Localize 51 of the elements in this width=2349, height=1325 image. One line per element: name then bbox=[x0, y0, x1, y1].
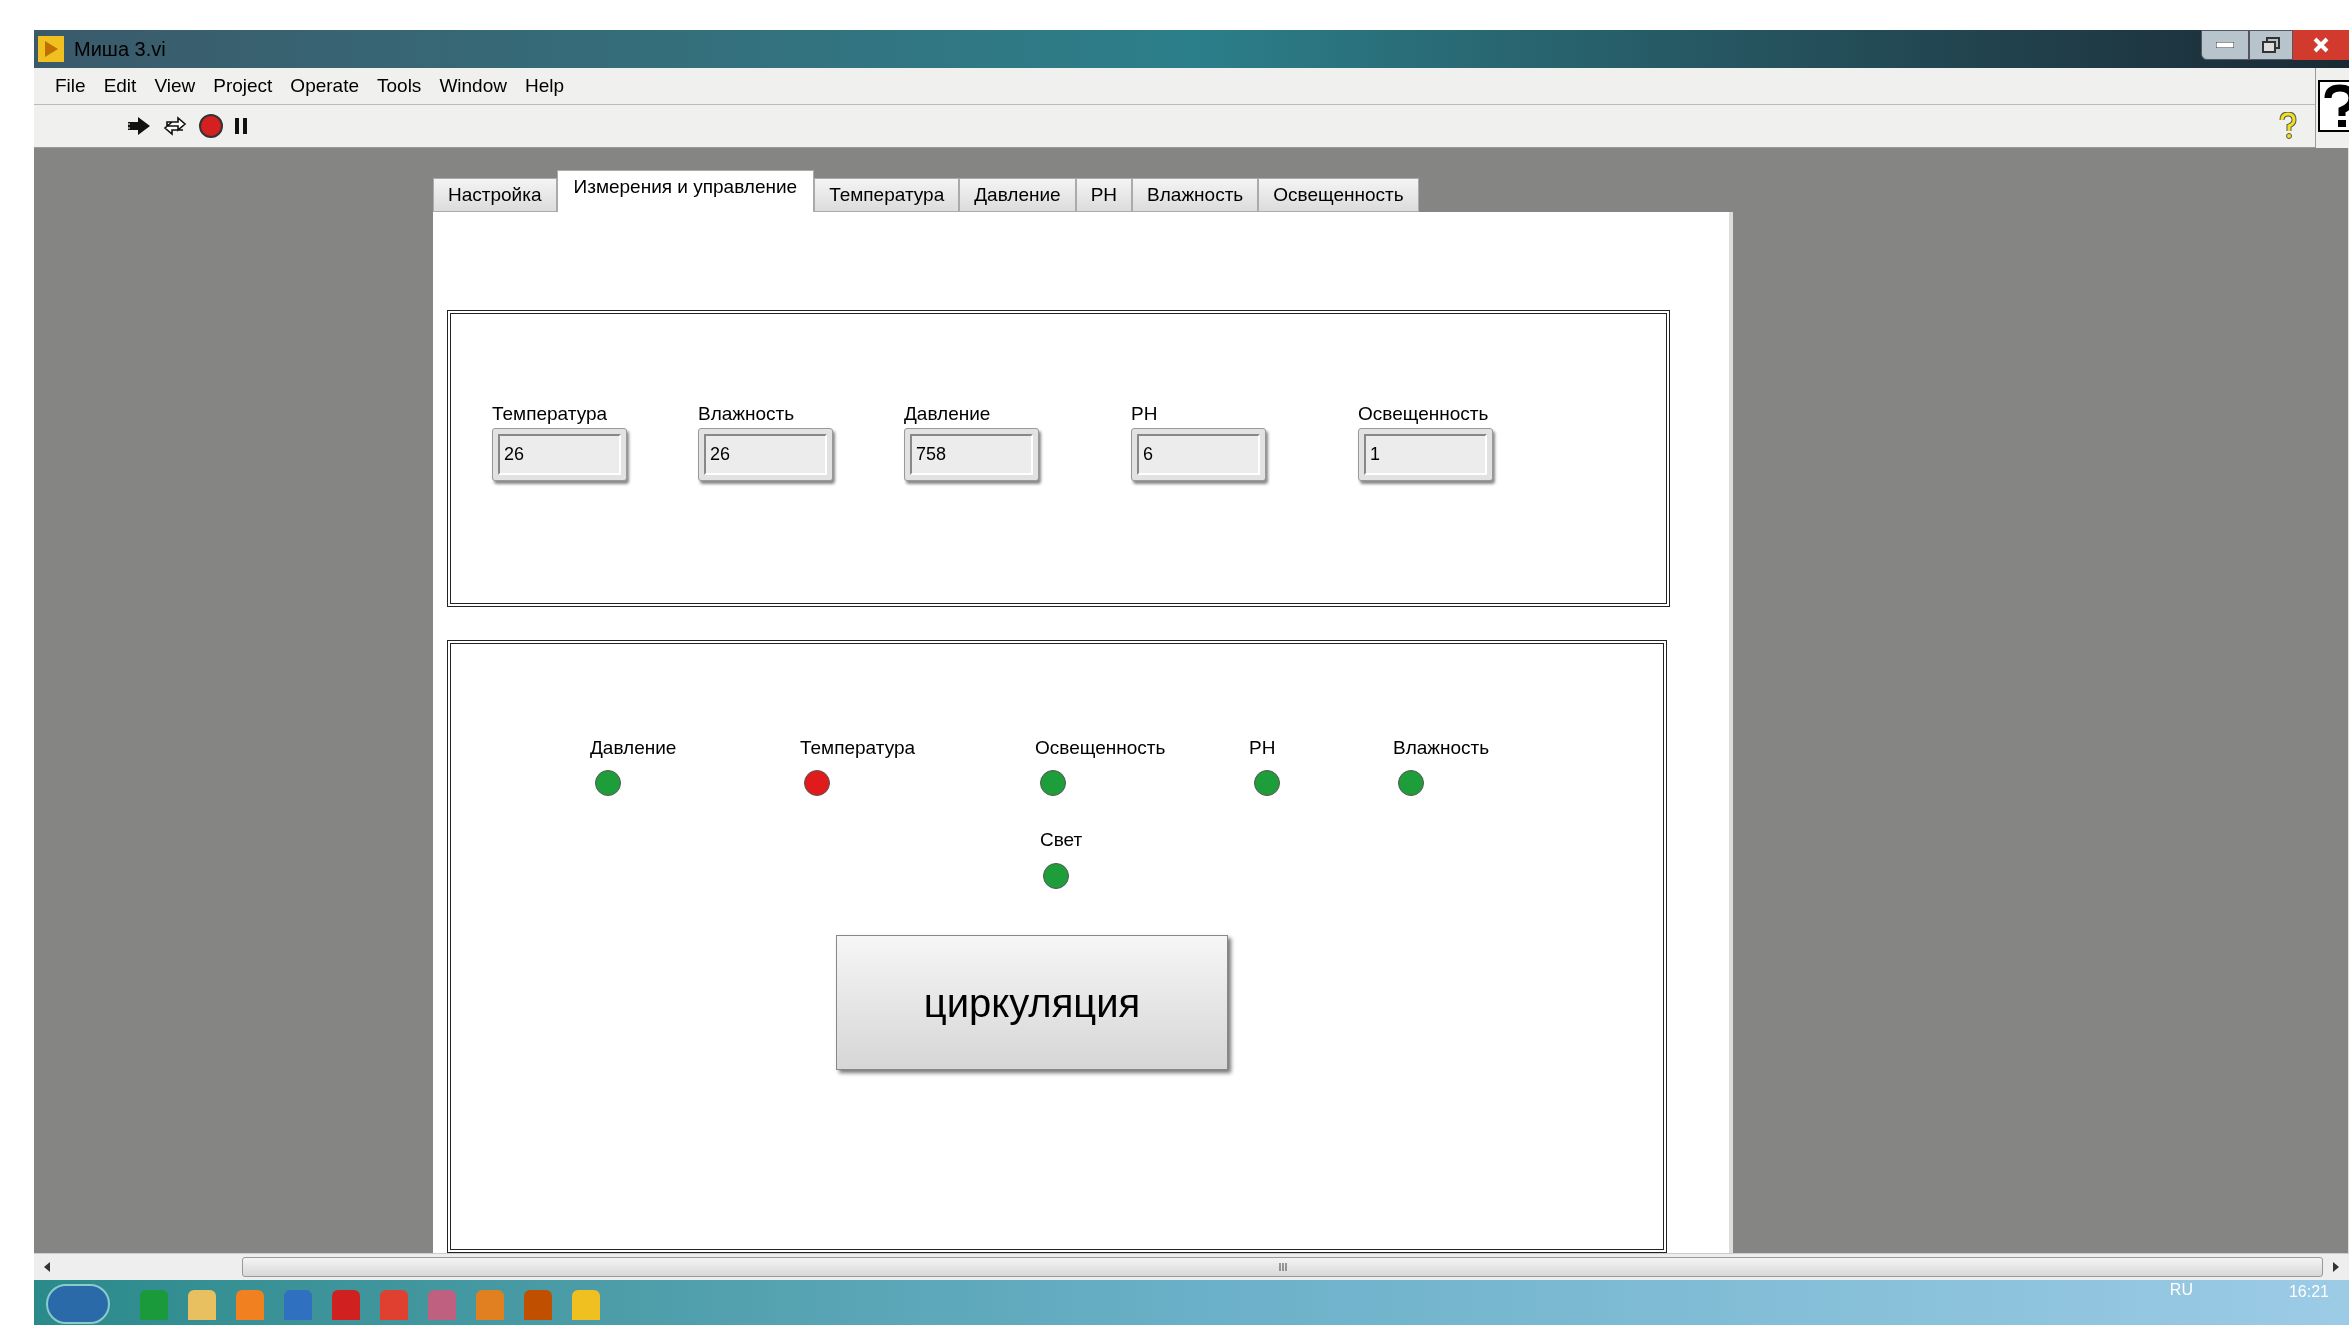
tab[interactable]: Настройка bbox=[433, 178, 557, 212]
indicator-label: Свет bbox=[1040, 828, 1083, 852]
close-button[interactable] bbox=[2293, 30, 2349, 60]
control-label: Влажность bbox=[698, 402, 795, 426]
stop-icon[interactable] bbox=[198, 113, 224, 139]
indicator-label: Освещенность bbox=[1035, 736, 1166, 760]
window-title: Миша 3.vi bbox=[74, 37, 166, 62]
scrollbar-thumb[interactable] bbox=[242, 1257, 2323, 1277]
help-icon[interactable] bbox=[2279, 112, 2297, 140]
tab[interactable]: Температура bbox=[814, 178, 960, 212]
numeric-field[interactable]: 1 bbox=[1358, 428, 1493, 481]
pause-icon[interactable] bbox=[234, 116, 248, 136]
menu-item[interactable]: Help bbox=[517, 71, 572, 101]
menu-item[interactable]: Edit bbox=[96, 71, 144, 101]
tab[interactable]: Измерения и управление bbox=[556, 170, 815, 212]
menu-item[interactable]: Operate bbox=[283, 71, 366, 101]
numeric-field[interactable]: 26 bbox=[492, 428, 627, 481]
menu-item[interactable]: View bbox=[147, 71, 203, 101]
numeric-field[interactable]: 26 bbox=[698, 428, 833, 481]
menu-item[interactable]: Window bbox=[432, 71, 514, 101]
question-icon bbox=[2318, 80, 2349, 132]
indicator-label: PH bbox=[1249, 736, 1276, 760]
tab[interactable]: PH bbox=[1075, 178, 1133, 212]
minimize-button[interactable] bbox=[2201, 30, 2249, 60]
scroll-left-icon[interactable] bbox=[42, 1261, 52, 1273]
minimize-icon bbox=[2216, 42, 2234, 48]
grip-icon bbox=[1277, 1262, 1288, 1272]
menu-item[interactable]: Project bbox=[206, 71, 280, 101]
start-button[interactable] bbox=[46, 1284, 110, 1324]
control-label: PH bbox=[1131, 402, 1158, 426]
run-arrow-icon[interactable] bbox=[126, 115, 152, 137]
control-label: Давление bbox=[904, 402, 991, 426]
close-icon bbox=[2313, 37, 2329, 53]
numeric-field[interactable]: 758 bbox=[904, 428, 1039, 481]
menu-item[interactable]: File bbox=[48, 71, 93, 101]
scroll-right-icon[interactable] bbox=[2331, 1261, 2341, 1273]
run-continuously-icon[interactable] bbox=[162, 114, 188, 138]
tab[interactable]: Влажность bbox=[1132, 178, 1259, 212]
tab[interactable]: Освещенность bbox=[1258, 178, 1419, 212]
numeric-field[interactable]: 6 bbox=[1131, 428, 1266, 481]
indicator-label: Температура bbox=[800, 736, 916, 760]
restore-button[interactable] bbox=[2249, 30, 2293, 60]
menu-item[interactable]: Tools bbox=[370, 71, 429, 101]
control-label: Освещенность bbox=[1358, 402, 1489, 426]
tab[interactable]: Давление bbox=[959, 178, 1076, 212]
app-logo-icon bbox=[38, 36, 64, 62]
circulation-button[interactable]: циркуляция bbox=[836, 935, 1228, 1070]
restore-icon bbox=[2262, 37, 2280, 53]
control-label: Температура bbox=[492, 402, 608, 426]
indicator-label: Давление bbox=[590, 736, 677, 760]
indicator-label: Влажность bbox=[1393, 736, 1490, 760]
